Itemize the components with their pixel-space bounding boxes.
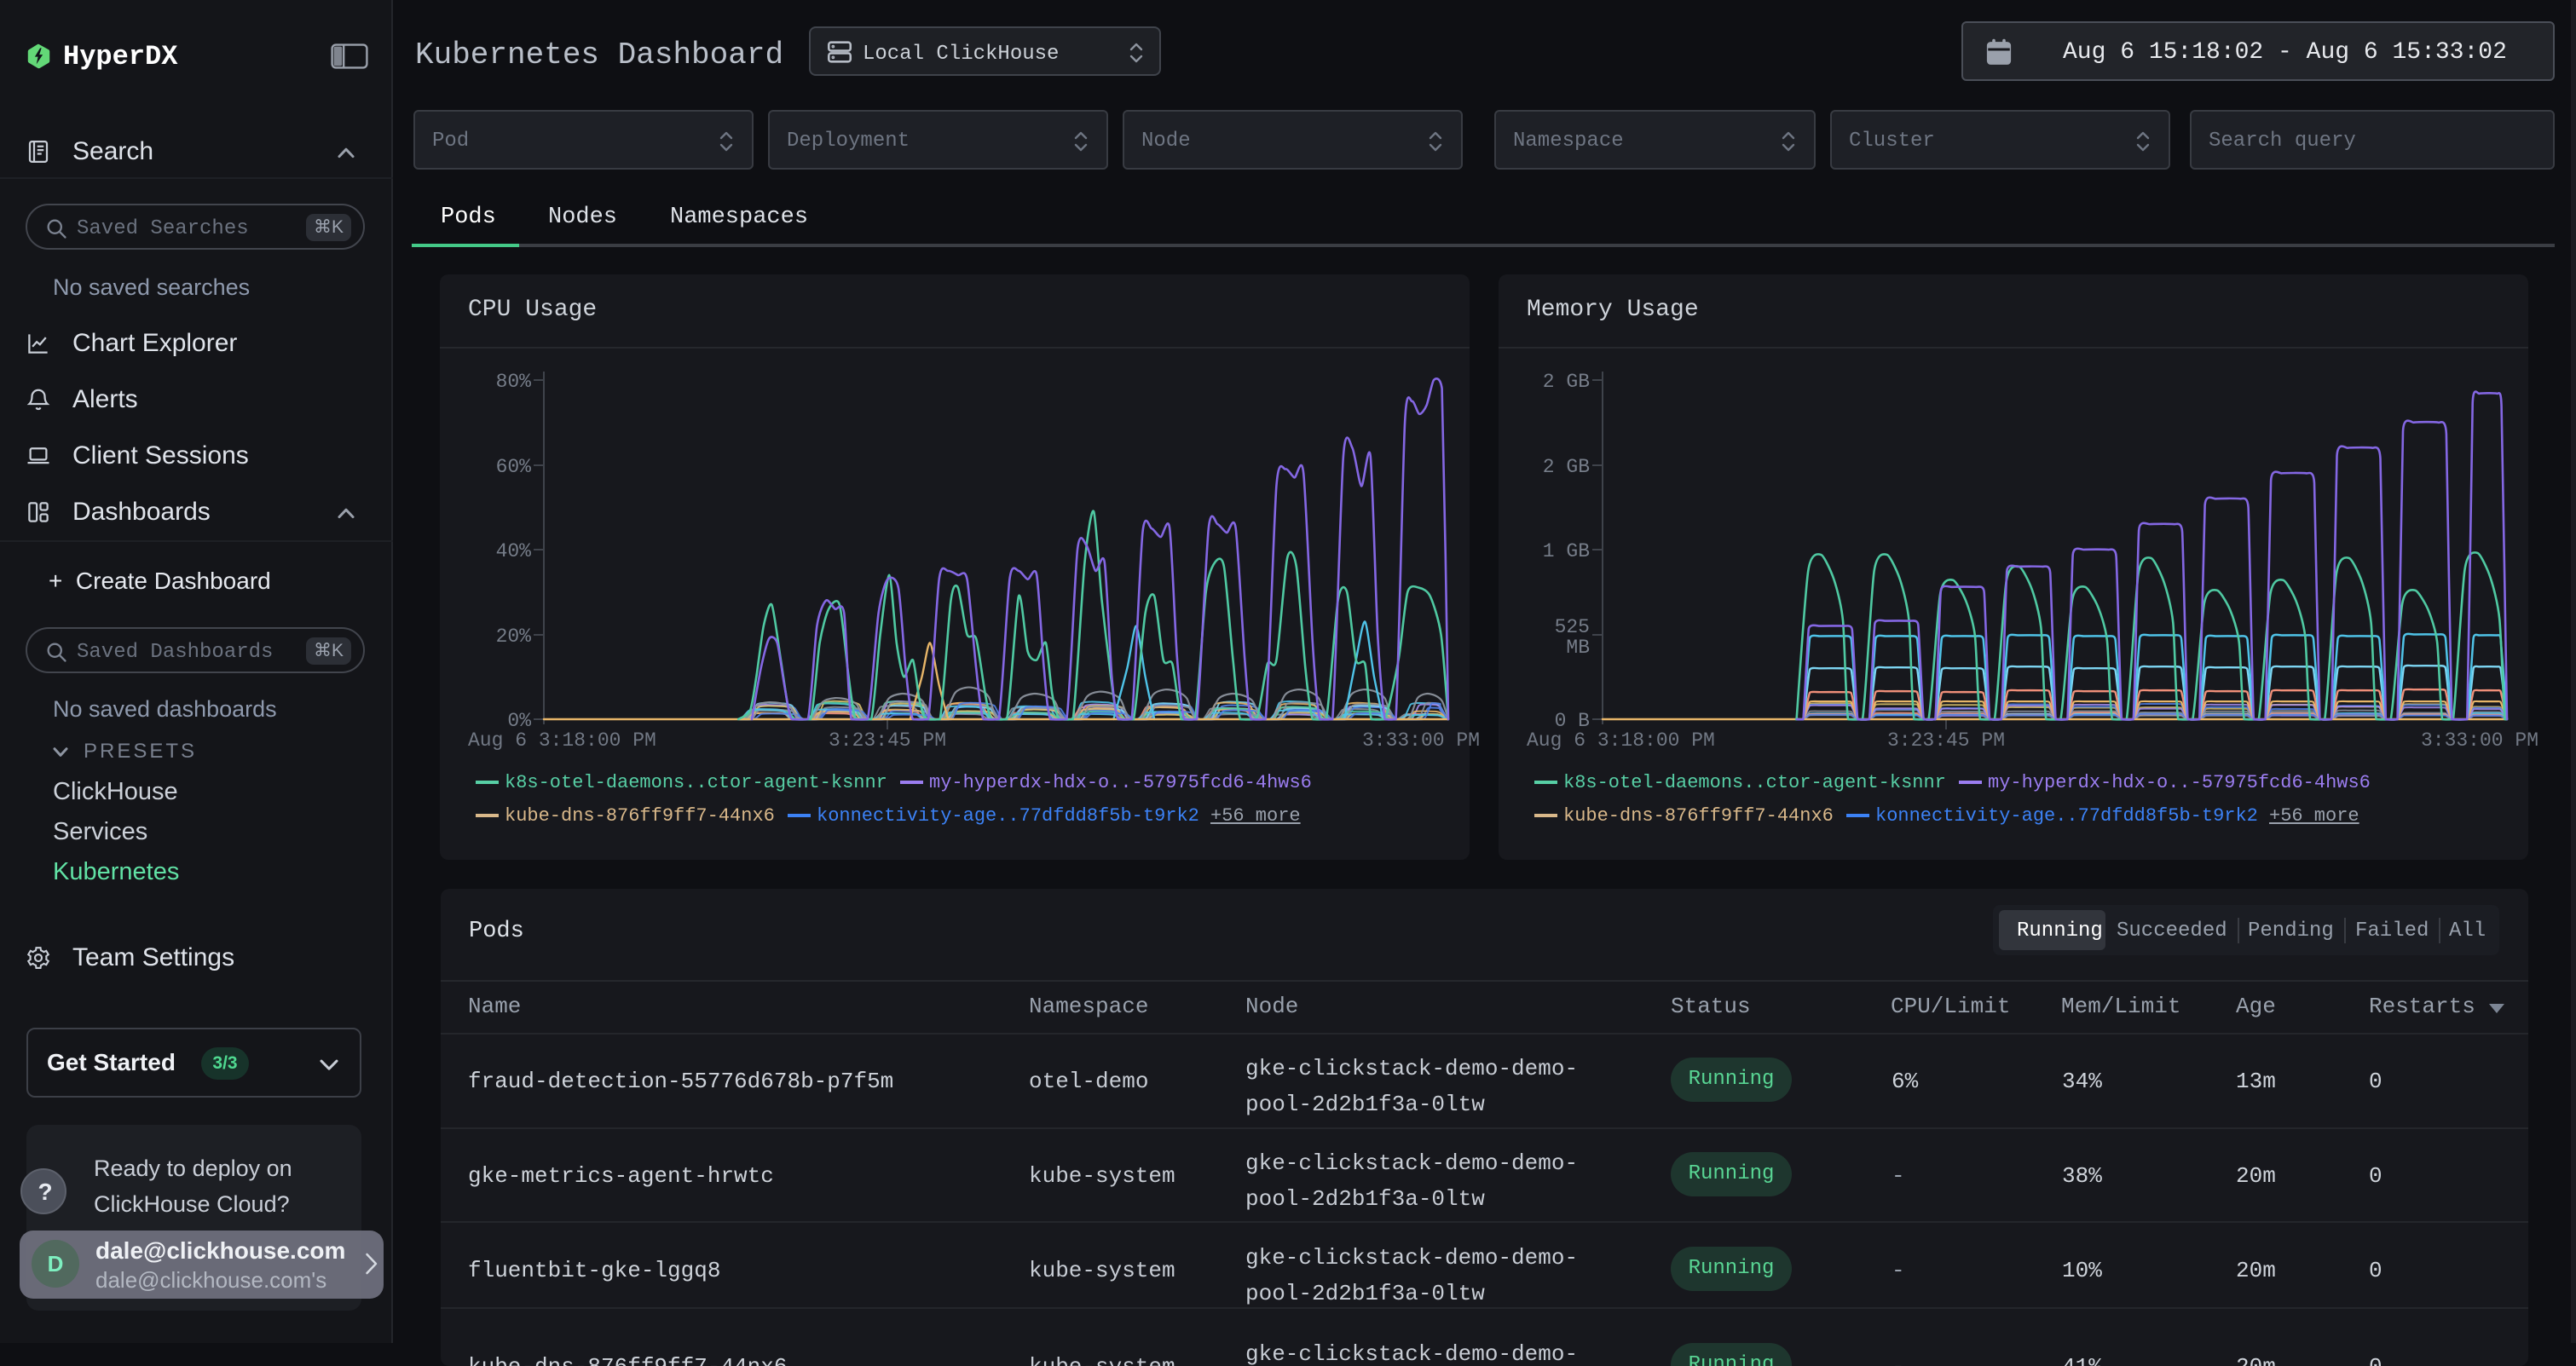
svg-text:20%: 20%	[496, 625, 532, 648]
svg-text:2 GB: 2 GB	[1543, 371, 1590, 393]
svg-text:3:33:00 PM: 3:33:00 PM	[1362, 729, 1480, 752]
svg-text:1 GB: 1 GB	[1543, 540, 1590, 562]
svg-text:Aug 6 3:18:00 PM: Aug 6 3:18:00 PM	[1527, 729, 1715, 752]
svg-text:80%: 80%	[496, 371, 532, 393]
svg-text:40%: 40%	[496, 540, 532, 562]
svg-text:3:23:45 PM: 3:23:45 PM	[829, 729, 946, 752]
svg-text:Aug 6 3:18:00 PM: Aug 6 3:18:00 PM	[468, 729, 656, 752]
svg-text:60%: 60%	[496, 456, 532, 478]
svg-text:MB: MB	[1566, 637, 1590, 659]
svg-text:2 GB: 2 GB	[1543, 456, 1590, 478]
svg-text:3:23:45 PM: 3:23:45 PM	[1887, 729, 2005, 752]
svg-text:3:33:00 PM: 3:33:00 PM	[2421, 729, 2538, 752]
svg-text:525: 525	[1555, 616, 1590, 638]
